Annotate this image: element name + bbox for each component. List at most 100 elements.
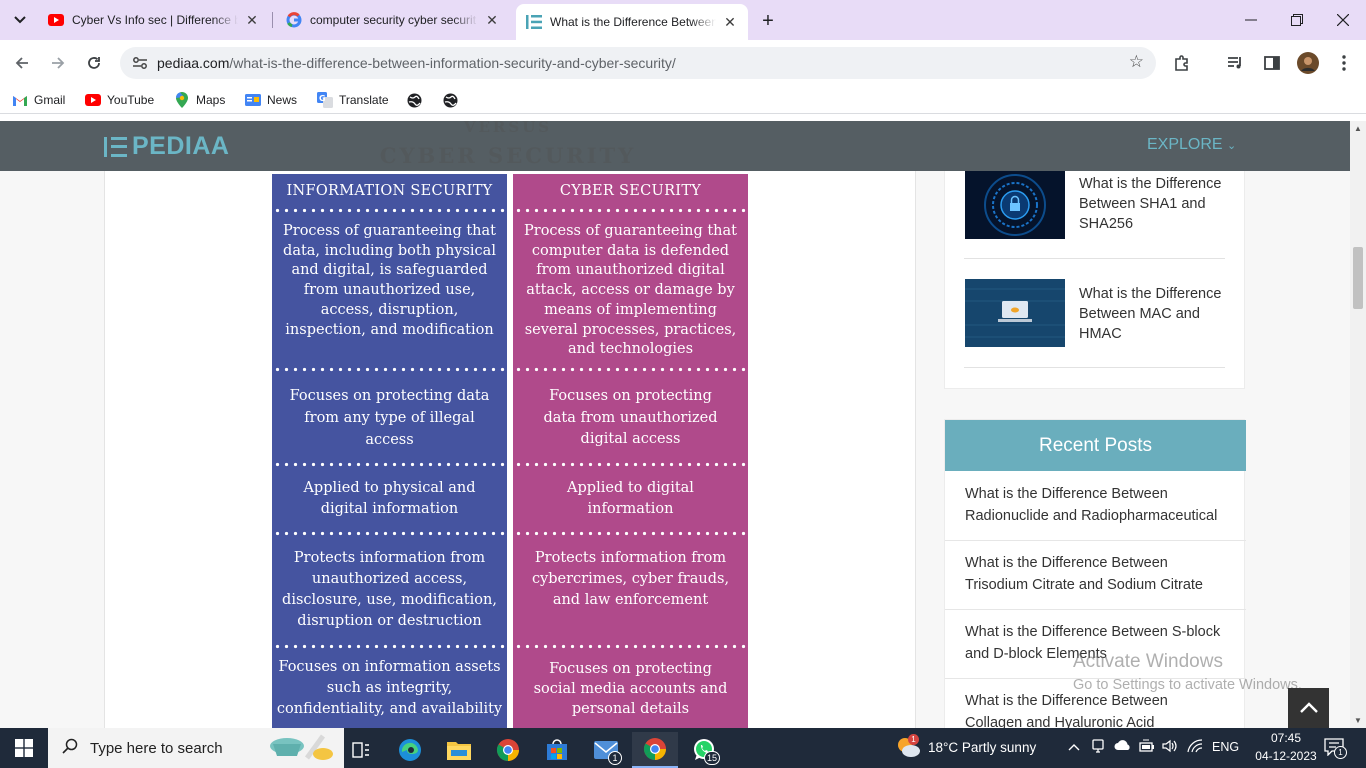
close-tab-icon[interactable]: ✕ [484,12,500,29]
dotted-divider [272,644,507,649]
tab-search-icon[interactable] [8,8,32,32]
tab-youtube[interactable]: Cyber Vs Info sec | Difference b ✕ [38,6,270,34]
weather-icon[interactable]: 1 [895,734,921,763]
bookmark-news[interactable]: News [245,91,297,109]
back-to-top-button[interactable] [1288,688,1329,728]
dotted-divider [513,531,748,536]
related-post-link[interactable]: What is the Difference Between MAC and H… [1079,284,1229,344]
explore-label: EXPLORE [1147,136,1223,153]
notifications-icon[interactable]: 1 [1324,738,1347,761]
new-tab-button[interactable]: + [754,7,782,35]
side-panel-icon[interactable] [1258,49,1286,77]
infographic-heading-fragment: VERSUS [463,121,553,136]
close-tab-icon[interactable]: ✕ [722,14,738,31]
restore-icon[interactable] [1274,0,1320,40]
edge-icon[interactable] [387,732,433,768]
comparison-cell: Applied to digital information [567,480,694,517]
mac-thumbnail[interactable] [965,279,1065,347]
mail-icon[interactable]: 1 [583,732,629,768]
tab-google-search[interactable]: computer security cyber securit ✕ [276,6,510,34]
menu-kebab-icon[interactable] [1330,49,1358,77]
extensions-icon[interactable] [1168,49,1196,77]
weather-text[interactable]: 18°C Partly sunny [928,740,1036,755]
information-security-column: INFORMATION SECURITY Process of guarante… [272,174,507,728]
minimize-icon[interactable] [1228,0,1274,40]
windows-taskbar: Type here to search 1 15 1 18°C Partly s… [0,728,1366,768]
whatsapp-icon[interactable]: 15 [681,732,727,768]
dotted-divider [272,208,507,213]
file-explorer-icon[interactable] [436,732,482,768]
whatsapp-unread-badge: 15 [703,751,720,765]
clock-date[interactable]: 04-12-2023 [1249,749,1323,763]
comparison-cell: Focuses on information assets such as int… [276,659,503,717]
tab-separator [272,12,273,28]
wifi-icon[interactable] [1187,739,1203,756]
url-host: pediaa.com [157,55,230,71]
address-bar[interactable]: pediaa.com/what-is-the-difference-betwee… [120,47,1156,79]
sha-thumbnail[interactable] [965,171,1065,239]
scroll-up-arrow-icon[interactable]: ▲ [1354,124,1362,133]
url-text[interactable]: pediaa.com/what-is-the-difference-betwee… [157,55,676,71]
browser-toolbar: pediaa.com/what-is-the-difference-betwee… [0,40,1366,86]
globe-icon [406,92,422,108]
scrollbar-thumb[interactable] [1353,247,1363,309]
windows-start-icon[interactable] [0,728,48,768]
column-heading: CYBER SECURITY [559,183,702,199]
comparison-cell: Applied to physical and digital informati… [303,480,476,517]
comparison-cell: Focuses on protecting data from unauthori… [543,388,718,447]
divider [964,258,1225,259]
scroll-down-arrow-icon[interactable]: ▼ [1354,716,1362,725]
taskbar-search-box[interactable]: Type here to search [48,728,344,768]
language-indicator[interactable]: ENG [1212,740,1239,754]
divider [964,367,1225,368]
chrome-icon[interactable] [485,732,531,768]
comparison-cell: Protects information from unauthorized ac… [282,550,497,629]
site-header: VERSUS CYBER SECURITY PEDIAA EXPLORE ⌄ [0,121,1350,171]
back-icon[interactable] [8,49,36,77]
site-settings-icon[interactable] [130,53,150,73]
bookmark-globe-1[interactable] [406,91,428,109]
bookmark-gmail[interactable]: Gmail [12,91,65,109]
close-tab-icon[interactable]: ✕ [244,12,260,29]
comparison-infographic: INFORMATION SECURITY Process of guarante… [272,174,748,728]
bookmark-globe-2[interactable] [442,91,464,109]
chrome-active-icon[interactable] [632,732,678,768]
news-icon [245,92,261,108]
battery-icon[interactable] [1139,739,1155,756]
translate-icon: G [317,92,333,108]
forward-icon[interactable] [44,49,72,77]
profile-avatar[interactable] [1294,49,1322,77]
dotted-divider [513,367,748,372]
weather-alert-badge: 1 [908,734,919,745]
chevron-down-icon: ⌄ [1227,140,1237,152]
close-window-icon[interactable] [1320,0,1366,40]
pediaa-logo-icon [104,136,128,157]
task-view-icon[interactable] [338,732,384,768]
tab-pediaa-active[interactable]: What is the Difference Between ✕ [516,4,748,40]
recent-post-link[interactable]: What is the Difference Between Trisodium… [945,540,1246,610]
explore-menu-button[interactable]: EXPLORE ⌄ [1147,136,1236,154]
bookmark-youtube[interactable]: YouTube [85,91,154,109]
dotted-divider [513,208,748,213]
bookmark-translate[interactable]: G Translate [317,91,389,109]
recent-posts-heading: Recent Posts [945,420,1246,471]
bookmark-star-icon[interactable]: ☆ [1129,52,1144,72]
bookmark-label: Translate [339,93,389,107]
bookmark-maps[interactable]: Maps [174,91,225,109]
recent-post-link[interactable]: What is the Difference Between Radionucl… [945,471,1246,541]
comparison-cell: Process of guaranteeing that data, includ… [283,223,496,338]
reload-icon[interactable] [80,49,108,77]
media-control-icon[interactable] [1222,49,1250,77]
chevron-up-tray-icon[interactable] [1068,739,1080,754]
dotted-divider [513,462,748,467]
site-logo[interactable]: PEDIAA [104,132,229,161]
page-scrollbar[interactable]: ▲ ▼ [1350,121,1366,728]
dotted-divider [513,644,748,649]
url-path: /what-is-the-difference-between-informat… [229,55,676,71]
volume-icon[interactable] [1162,739,1178,756]
onedrive-cloud-icon[interactable] [1114,739,1132,754]
clock-time[interactable]: 07:45 [1264,731,1308,745]
related-post-link[interactable]: What is the Difference Between SHA1 and … [1079,174,1229,234]
microsoft-store-icon[interactable] [534,732,580,768]
meet-now-icon[interactable] [1091,739,1105,756]
